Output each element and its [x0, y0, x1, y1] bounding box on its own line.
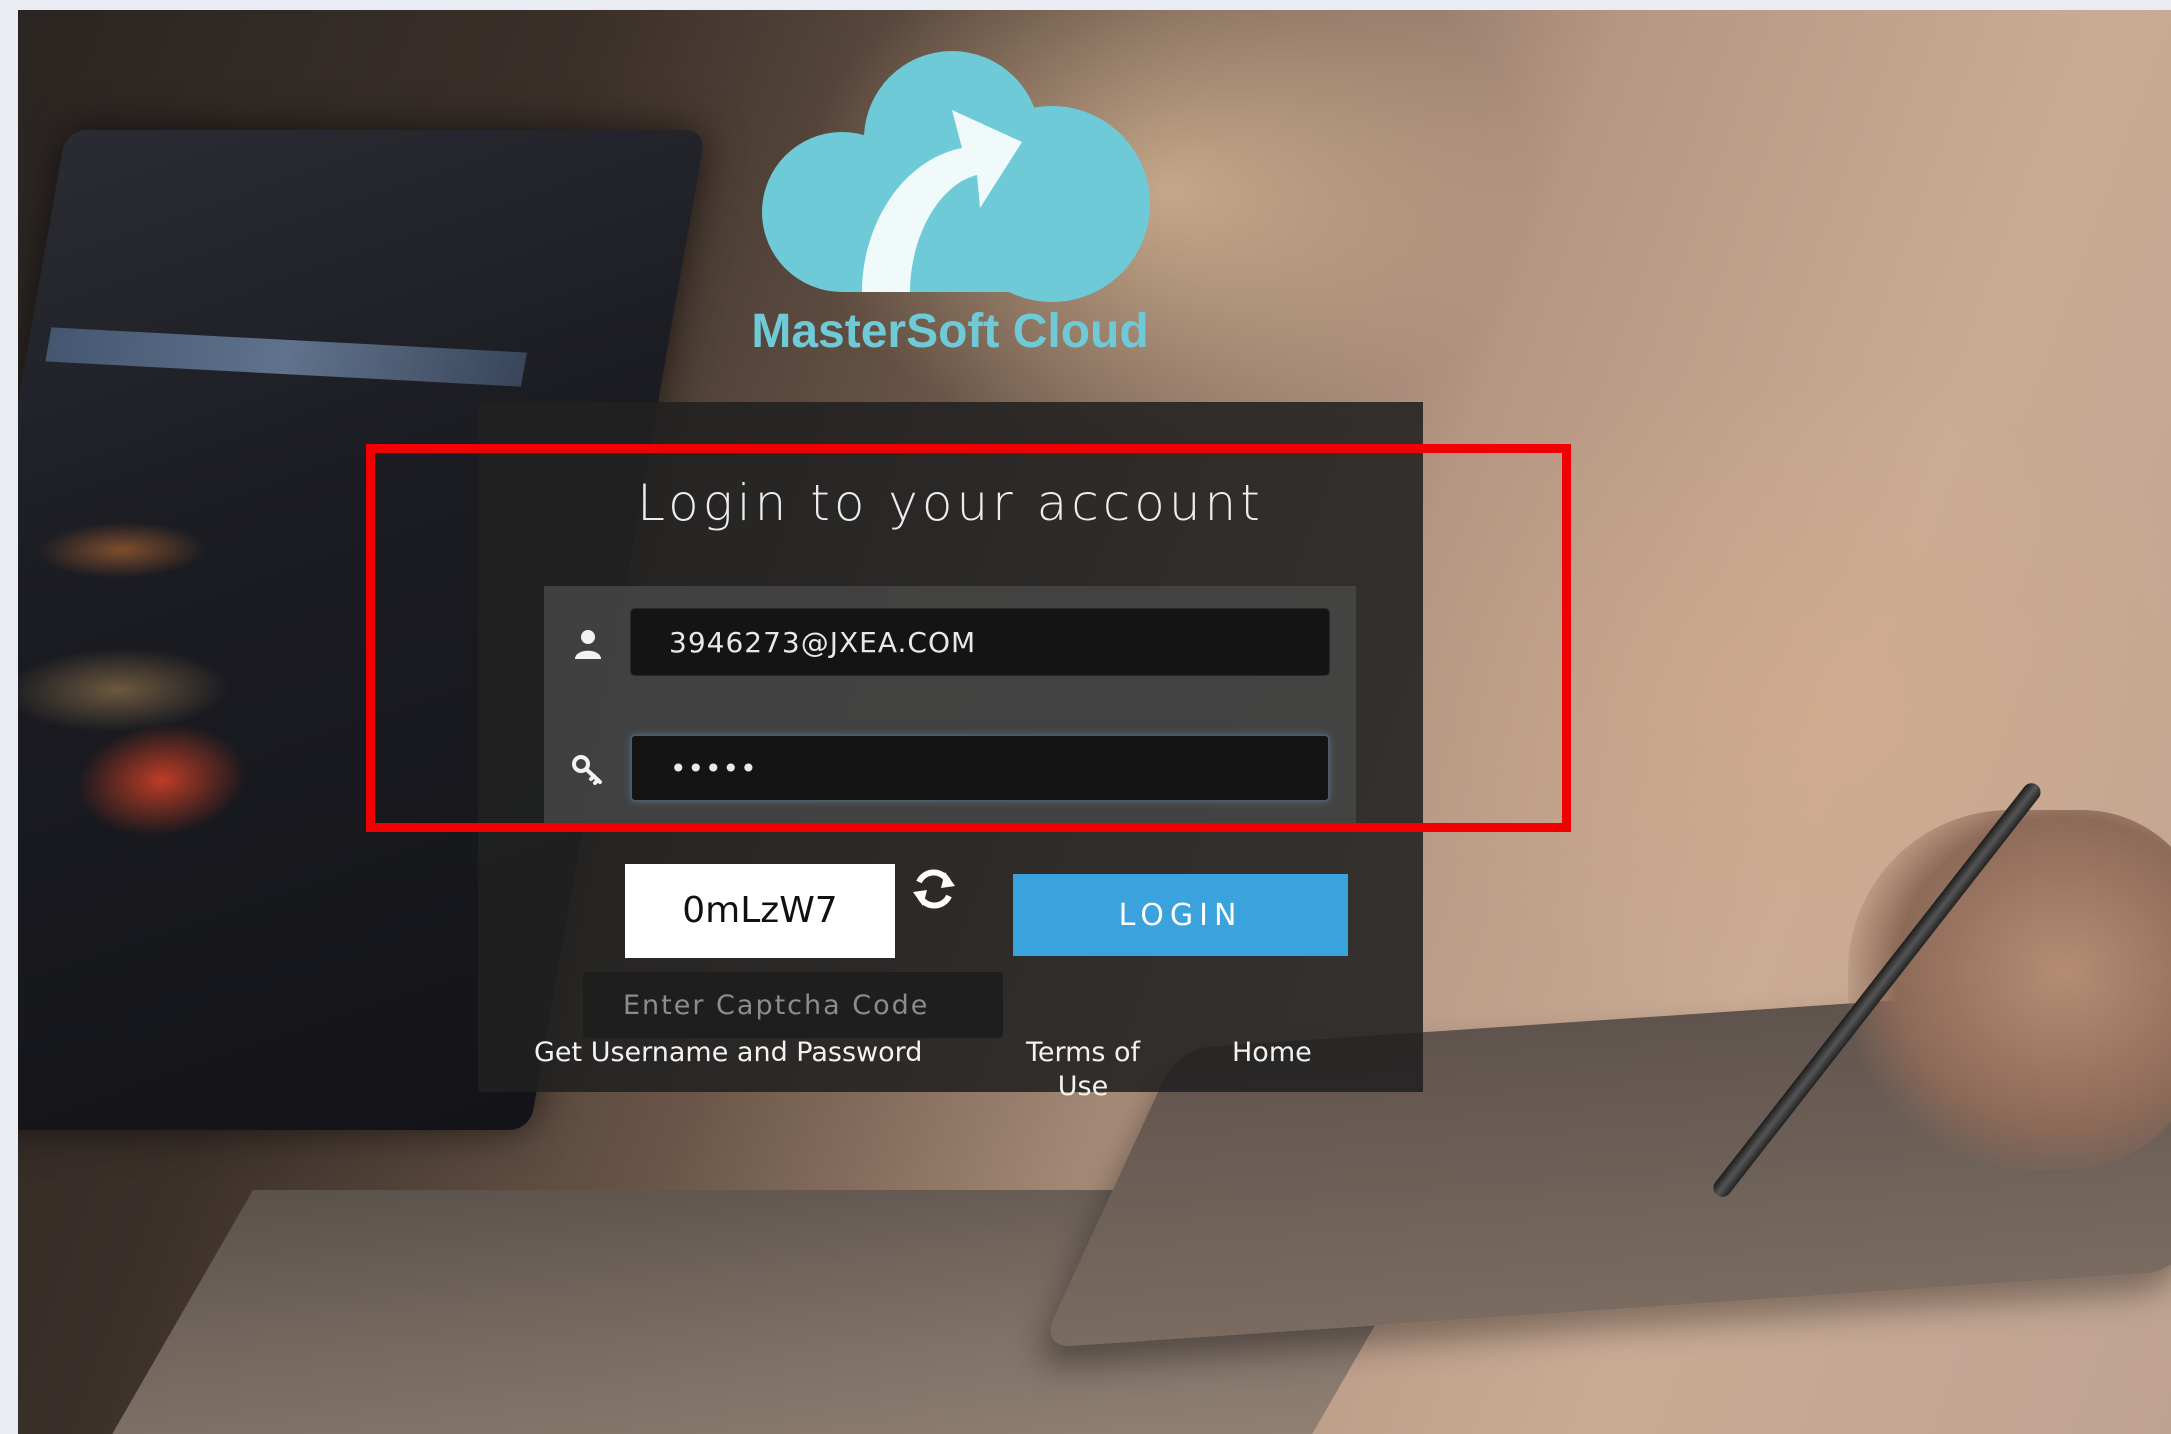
terms-of-use-link[interactable]: Terms of Use: [998, 1036, 1168, 1104]
password-row: [544, 734, 1356, 804]
captcha-image: 0mLzW7: [625, 864, 895, 958]
login-page: MasterSoft Cloud Login to your account 0…: [0, 0, 2171, 1434]
login-card: Login to your account 0mLzW7: [478, 402, 1423, 1102]
get-username-password-link[interactable]: Get Username and Password: [534, 1036, 922, 1070]
refresh-icon[interactable]: [909, 864, 959, 914]
login-title: Login to your account: [637, 474, 1264, 532]
user-icon: [575, 630, 601, 659]
username-input[interactable]: [630, 608, 1330, 676]
cloud-logo-icon: [762, 51, 1150, 302]
brand-name: MasterSoft Cloud: [751, 305, 1149, 358]
credentials-panel: [544, 586, 1356, 826]
home-link[interactable]: Home: [1232, 1036, 1312, 1070]
password-input[interactable]: [630, 734, 1330, 802]
username-row: [544, 608, 1356, 678]
key-icon: [572, 755, 602, 785]
captcha-input[interactable]: [583, 972, 1003, 1038]
login-button[interactable]: LOGIN: [1013, 874, 1348, 956]
